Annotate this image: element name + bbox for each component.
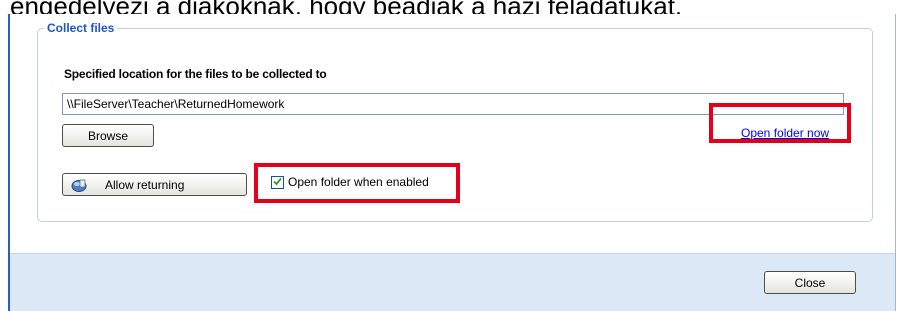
close-button[interactable]: Close <box>764 271 856 294</box>
browse-button-label: Browse <box>87 128 128 143</box>
close-button-label: Close <box>794 275 826 290</box>
allow-returning-button[interactable]: Allow returning <box>62 173 247 196</box>
collect-files-group: Collect files Specified location for the… <box>37 20 873 222</box>
allow-returning-label: Allow returning <box>105 177 185 192</box>
group-title: Collect files <box>44 20 118 36</box>
homework-return-icon <box>71 178 87 192</box>
open-when-enabled-option[interactable]: Open folder when enabled <box>271 175 429 189</box>
location-path-input[interactable] <box>62 93 844 115</box>
checkmark-icon <box>273 175 282 189</box>
open-when-enabled-checkbox[interactable] <box>271 175 284 189</box>
dialog-footer: Close <box>10 253 895 311</box>
location-label: Specified location for the files to be c… <box>64 67 327 81</box>
dialog-window: Collect files Specified location for the… <box>8 14 896 311</box>
browse-button[interactable]: Browse <box>62 124 154 147</box>
open-folder-now-link[interactable]: Open folder now <box>741 126 829 140</box>
open-when-enabled-label: Open folder when enabled <box>288 175 429 189</box>
